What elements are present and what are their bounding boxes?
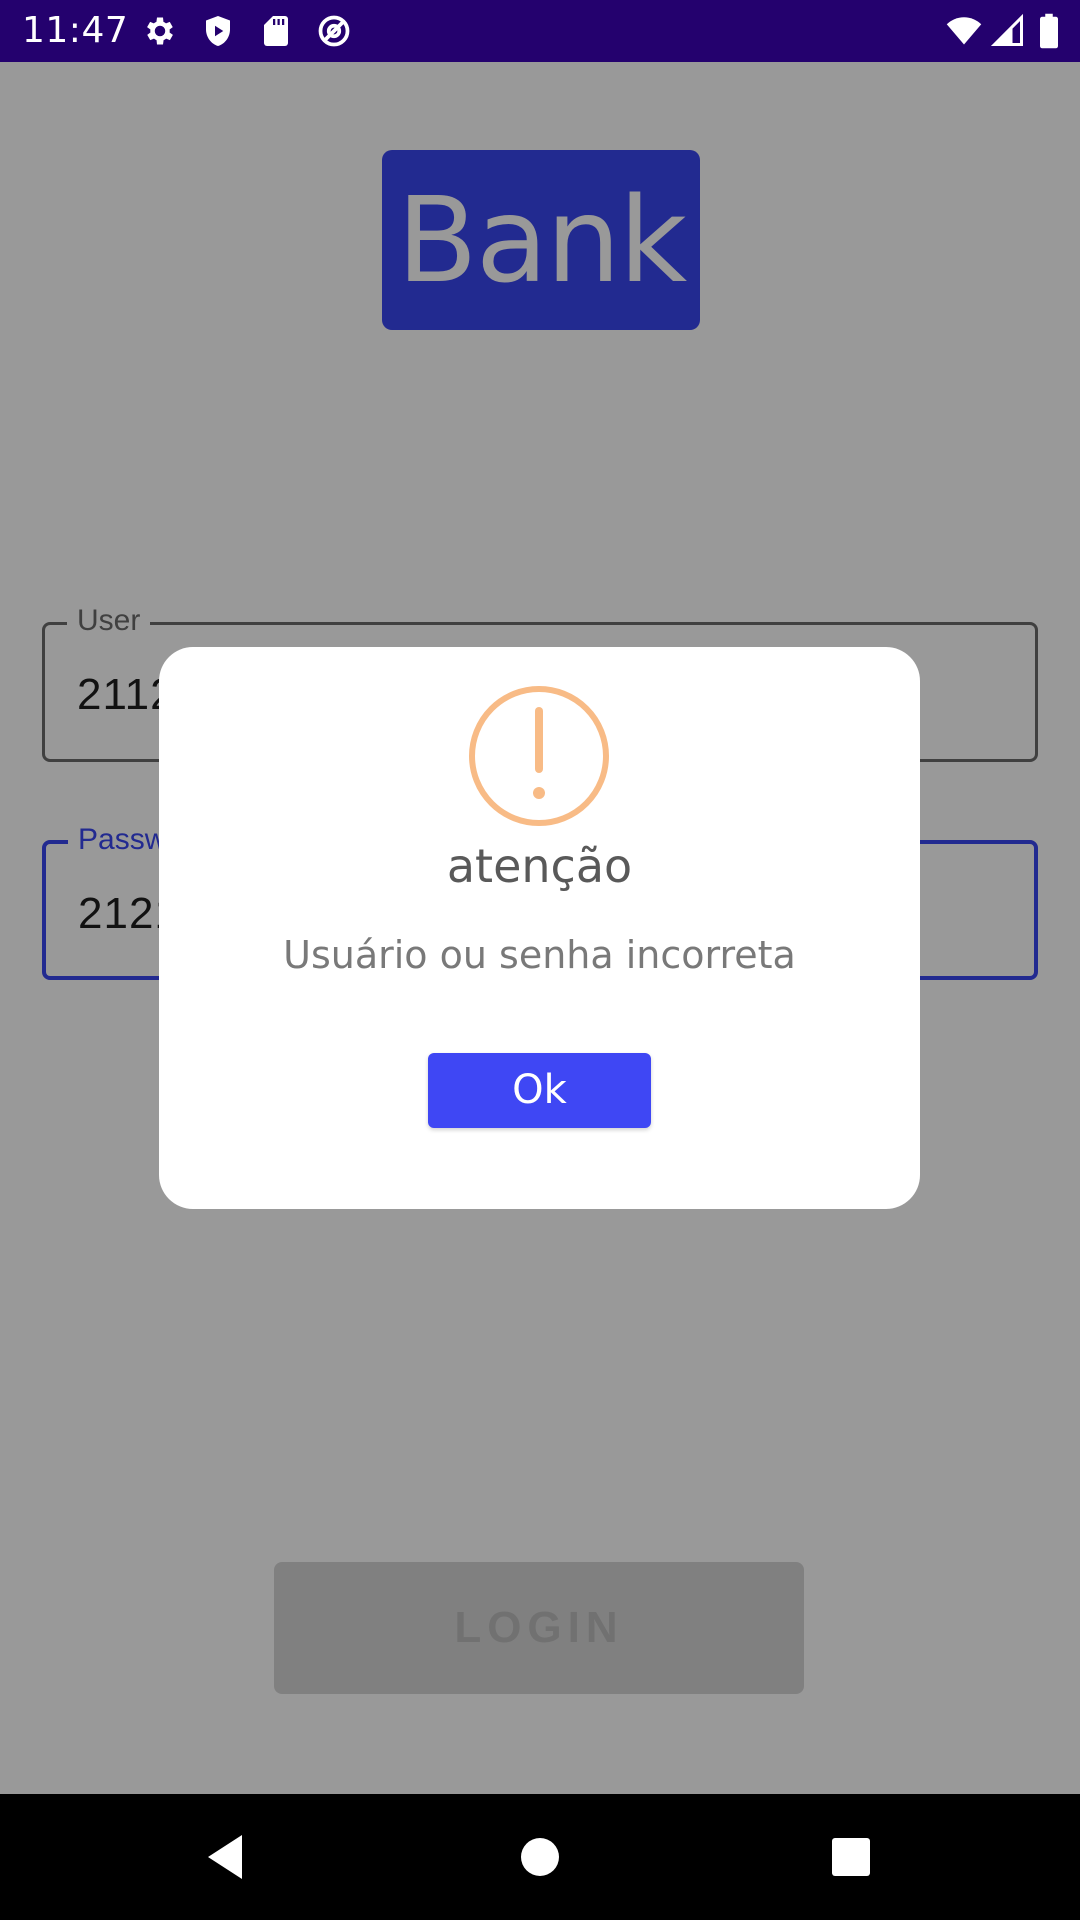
at-sign-icon [316,13,352,49]
cell-signal-icon [990,13,1026,49]
recents-icon[interactable] [821,1827,881,1887]
wifi-icon [944,13,984,49]
status-time: 11:47 [22,10,129,51]
status-bar: 11:47 [0,0,1080,62]
sd-card-icon [258,13,294,49]
settings-icon [142,13,178,49]
warning-icon [468,685,610,827]
battery-icon [1036,13,1062,49]
navigation-bar [0,1794,1080,1920]
alert-dialog: atenção Usuário ou senha incorreta Ok [159,647,920,1209]
ok-button[interactable]: Ok [428,1053,651,1128]
shield-play-icon [200,13,236,49]
dialog-message: Usuário ou senha incorreta [283,933,796,977]
home-icon[interactable] [510,1827,570,1887]
dialog-title: atenção [446,839,633,893]
back-icon[interactable] [196,1827,256,1887]
